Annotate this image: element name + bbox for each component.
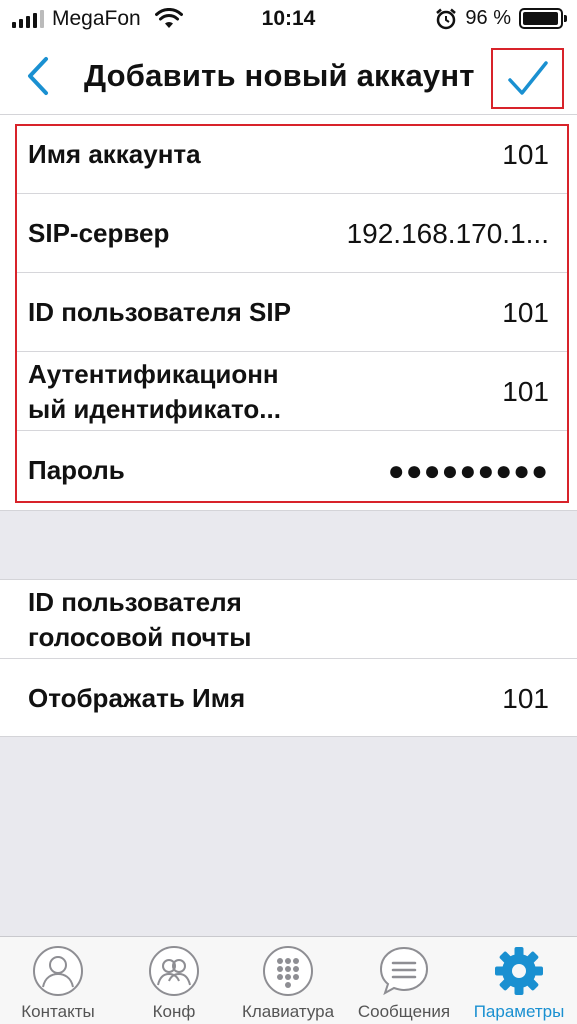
- voicemail-label-line1: ID пользователя: [28, 586, 242, 617]
- back-button[interactable]: [22, 56, 58, 96]
- account-name-row[interactable]: Имя аккаунта 101: [0, 115, 577, 194]
- auth-id-value: 101: [502, 375, 549, 407]
- sip-user-id-row[interactable]: ID пользователя SIP 101: [0, 273, 577, 352]
- tab-contacts[interactable]: Контакты: [0, 937, 116, 1024]
- tab-bar: Контакты Конф Клавиатура Сообщения Парам…: [0, 936, 577, 1024]
- page-title: Добавить новый аккаунт: [84, 58, 475, 93]
- password-value: ●●●●●●●●●: [387, 454, 549, 486]
- tab-contacts-label: Контакты: [21, 1002, 95, 1021]
- sip-user-id-value: 101: [502, 296, 549, 328]
- tab-keypad[interactable]: Клавиатура: [230, 937, 346, 1024]
- sip-server-value: 192.168.170.1...: [346, 217, 549, 249]
- status-bar: MegaFon 10:14 96 %: [0, 0, 577, 38]
- chevron-left-icon: [28, 57, 48, 95]
- voicemail-user-id-label: ID пользователя голосовой почты: [28, 585, 251, 655]
- sip-server-label: SIP-сервер: [28, 218, 170, 248]
- display-name-row[interactable]: Отображать Имя 101: [0, 659, 577, 738]
- tab-messages-label: Сообщения: [357, 1002, 451, 1021]
- battery-fill: [523, 12, 558, 25]
- conference-icon: [149, 946, 199, 996]
- voicemail-label-line2: голосовой почты: [28, 621, 252, 652]
- tab-messages[interactable]: Сообщения: [346, 937, 462, 1024]
- battery-percent: 96 %: [465, 7, 511, 29]
- voicemail-display-group: ID пользователя голосовой почты Отобража…: [0, 579, 577, 737]
- battery-icon: [519, 8, 567, 29]
- contact-icon: [33, 946, 83, 996]
- keypad-icon: [263, 946, 313, 996]
- password-label: Пароль: [28, 455, 125, 485]
- checkmark-icon: [507, 60, 548, 95]
- tab-settings-label: Параметры: [473, 1002, 565, 1021]
- display-name-label: Отображать Имя: [28, 683, 246, 713]
- account-name-value: 101: [502, 138, 549, 170]
- tab-conference-label: Конф: [152, 1002, 196, 1021]
- tab-conference[interactable]: Конф: [116, 937, 232, 1024]
- alarm-icon: [436, 8, 457, 29]
- account-settings-group: Имя аккаунта 101 SIP-сервер 192.168.170.…: [0, 115, 577, 511]
- nav-bar: Добавить новый аккаунт: [0, 38, 577, 115]
- tab-keypad-label: Клавиатура: [241, 1002, 335, 1021]
- auth-id-label: Аутентификационн ый идентификато...: [28, 357, 281, 427]
- auth-id-label-line2: ый идентификато...: [28, 393, 281, 424]
- tab-settings[interactable]: Параметры: [461, 937, 577, 1024]
- auth-id-row[interactable]: Аутентификационн ый идентификато... 101: [0, 352, 577, 431]
- password-row[interactable]: Пароль ●●●●●●●●●: [0, 431, 577, 510]
- confirm-button[interactable]: [491, 48, 564, 109]
- message-icon: [379, 946, 429, 996]
- sip-server-row[interactable]: SIP-сервер 192.168.170.1...: [0, 194, 577, 273]
- sip-user-id-label: ID пользователя SIP: [28, 297, 291, 327]
- gear-icon: [495, 947, 543, 995]
- status-right: 96 %: [435, 7, 567, 30]
- voicemail-user-id-row[interactable]: ID пользователя голосовой почты: [0, 580, 577, 659]
- account-name-label: Имя аккаунта: [28, 139, 201, 169]
- auth-id-label-line1: Аутентификационн: [28, 358, 279, 389]
- display-name-value: 101: [502, 682, 549, 714]
